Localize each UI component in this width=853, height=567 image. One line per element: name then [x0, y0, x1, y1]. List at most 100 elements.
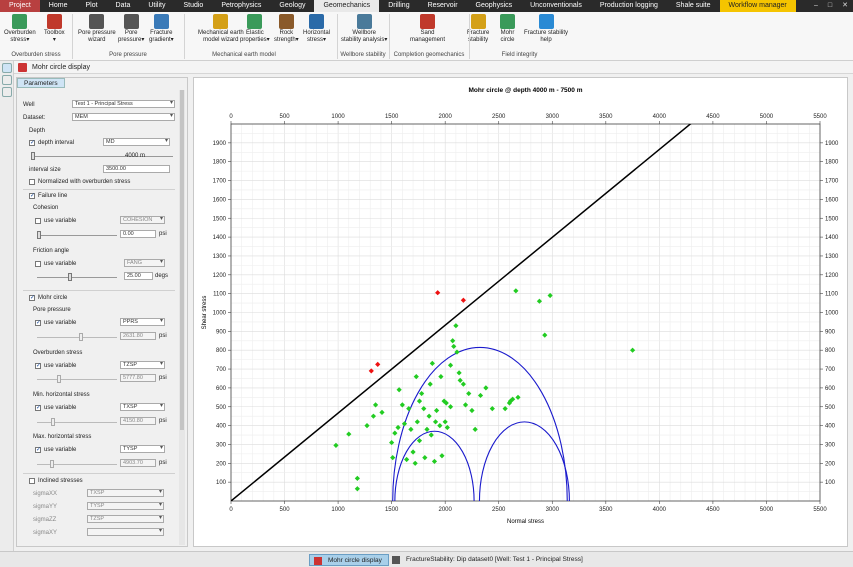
depth-slider-thumb[interactable]	[31, 152, 35, 160]
dataset-select[interactable]: MEM	[72, 113, 175, 121]
toolbox-button[interactable]: Toolbox ▾	[44, 14, 65, 44]
elastic-button[interactable]: Elastic properties▾	[240, 14, 270, 44]
overburden-input[interactable]: 5777.80	[120, 374, 156, 382]
panel-scrollbar[interactable]	[179, 90, 185, 545]
friction-slider-thumb[interactable]	[68, 273, 72, 281]
menu-tab-geology[interactable]: Geology	[270, 0, 314, 12]
overburden-variable-select[interactable]: TZSP	[120, 361, 165, 369]
tab-mohr-circle-display[interactable]: Mohr circle display	[309, 554, 389, 566]
menu-tab-geophysics[interactable]: Geophysics	[467, 0, 522, 12]
friction-use-variable-checkbox[interactable]	[35, 261, 41, 267]
wellbore-button[interactable]: Wellbore stability analysis▾	[341, 14, 387, 44]
stable-point	[422, 455, 428, 461]
chart-pane: 0 0 500 500 1000 1000 1500 1500 2000 2000 2500 2500…	[193, 77, 848, 547]
pore-slider-thumb[interactable]	[79, 333, 83, 341]
mohr-circle-chart[interactable]: 0 0 500 500 1000 1000 1500 1500 2000 2000 2500 2500…	[194, 78, 849, 548]
cohesion-use-variable-checkbox[interactable]	[35, 218, 41, 224]
fsh-button[interactable]: Fracture stability help	[524, 14, 568, 44]
rock-button[interactable]: Rock strength▾	[274, 14, 299, 44]
sigma-yy-select[interactable]: TYSP	[87, 502, 164, 510]
pointer-tool-icon[interactable]	[2, 63, 12, 73]
zoom-tool-icon[interactable]	[2, 75, 12, 85]
pore-unit: psi	[159, 333, 167, 339]
cohesion-slider-thumb[interactable]	[37, 231, 41, 239]
cohesion-input[interactable]: 0.00	[120, 230, 156, 238]
friction-variable-select[interactable]: FANG	[124, 259, 165, 267]
menu-tab-studio[interactable]: Studio	[174, 0, 212, 12]
overburden-use-variable-checkbox[interactable]: ✓	[35, 363, 41, 369]
button-label: help	[540, 37, 552, 43]
well-select[interactable]: Test 1 - Principal Stress	[72, 100, 175, 108]
window-controls: – □ ✕	[809, 0, 853, 12]
pore-slider[interactable]	[37, 337, 117, 338]
pore-variable-select[interactable]: PPRS	[120, 318, 165, 326]
pore-use-variable-checkbox[interactable]: ✓	[35, 320, 41, 326]
friction-slider[interactable]	[37, 277, 117, 278]
menu-tab-unconventionals[interactable]: Unconventionals	[521, 0, 591, 12]
inclined-stresses-checkbox[interactable]	[29, 478, 35, 484]
failure-line-checkbox[interactable]: ✓	[29, 193, 35, 199]
maxh-use-variable-checkbox[interactable]: ✓	[35, 447, 41, 453]
mohr-circle-checkbox[interactable]: ✓	[29, 295, 35, 301]
minh-variable-select[interactable]: TXSP	[120, 403, 165, 411]
friction-input[interactable]: 25.00	[124, 272, 153, 280]
sand-button[interactable]: Sand management	[410, 14, 445, 44]
minh-input[interactable]: 4150.80	[120, 417, 156, 425]
hstress-button[interactable]: Horizontal stress▾	[303, 14, 330, 44]
menu-tab-drilling[interactable]: Drilling	[379, 0, 418, 12]
minimize-icon[interactable]: –	[809, 0, 823, 12]
cohesion-slider[interactable]	[37, 235, 117, 236]
pore-input[interactable]: 2631.80	[120, 332, 156, 340]
menu-tab-home[interactable]: Home	[40, 0, 77, 12]
button-label: strength▾	[274, 37, 299, 43]
minh-slider-thumb[interactable]	[51, 418, 55, 426]
pore-use-variable-label: use variable	[44, 320, 77, 326]
pan-tool-icon[interactable]	[2, 87, 12, 97]
minh-slider[interactable]	[37, 422, 117, 423]
overburden-button[interactable]: Overburden stress▾	[4, 14, 36, 44]
scrollbar-thumb[interactable]	[180, 90, 184, 430]
tab-parameters[interactable]: Parameters	[17, 78, 65, 88]
menu-tab-workflow-manager[interactable]: Workflow manager	[719, 0, 796, 12]
depth-mode-select[interactable]: MD	[103, 138, 170, 146]
menu-tab-petrophysics[interactable]: Petrophysics	[212, 0, 270, 12]
maxh-variable-select[interactable]: TYSP	[120, 445, 165, 453]
menu-tab-data[interactable]: Data	[107, 0, 140, 12]
interval-size-input[interactable]: 3500.00	[103, 165, 170, 173]
menu-tab-plot[interactable]: Plot	[76, 0, 106, 12]
maxh-slider[interactable]	[37, 464, 117, 465]
stable-point	[450, 338, 456, 344]
maximize-icon[interactable]: □	[823, 0, 837, 12]
menu-tab-production-logging[interactable]: Production logging	[591, 0, 667, 12]
pore-button[interactable]: Pore pressure▾	[118, 14, 144, 44]
sigma-xy-select[interactable]	[87, 528, 164, 536]
fracstab-button[interactable]: Fracture stability	[467, 14, 489, 44]
ribbon-group-label: Wellbore stability	[340, 52, 386, 58]
close-icon[interactable]: ✕	[837, 0, 853, 12]
minh-use-variable-checkbox[interactable]: ✓	[35, 405, 41, 411]
button-label: wizard	[88, 37, 106, 43]
normalized-checkbox[interactable]	[29, 179, 35, 185]
menu-tab-utility[interactable]: Utility	[139, 0, 174, 12]
tab-fracture-stability[interactable]: FractureStability: Dip dataset0 [Well: T…	[388, 554, 589, 566]
mechwiz-button[interactable]: Mechanical earth model wizard	[198, 14, 244, 44]
stable-point	[428, 432, 434, 438]
depth-interval-checkbox[interactable]: ✓	[29, 140, 35, 146]
maxh-input[interactable]: 4903.70	[120, 459, 156, 467]
tab-label: Mohr circle display	[328, 557, 382, 564]
sigma-zz-select[interactable]: TZSP	[87, 515, 164, 523]
menu-tab-geomechanics[interactable]: Geomechanics	[314, 0, 380, 12]
sigma-xx-select[interactable]: TXSP	[87, 489, 164, 497]
failure-line-label: Failure line	[38, 193, 68, 199]
menu-tab-shale-suite[interactable]: Shale suite	[667, 0, 720, 12]
mohr-button[interactable]: Mohr circle	[500, 14, 515, 44]
overburden-slider[interactable]	[37, 379, 117, 380]
cohesion-variable-select[interactable]: COHESION	[120, 216, 165, 224]
menu-tab-project[interactable]: Project	[0, 0, 40, 12]
fracgrad-button[interactable]: Fracture gradient▾	[149, 14, 174, 44]
menu-tab-reservoir[interactable]: Reservoir	[419, 0, 467, 12]
maxh-slider-thumb[interactable]	[50, 460, 54, 468]
depth-slider[interactable]	[31, 156, 173, 157]
overburden-slider-thumb[interactable]	[57, 375, 61, 383]
pore-wizard-button[interactable]: Pore pressure wizard	[78, 14, 116, 44]
